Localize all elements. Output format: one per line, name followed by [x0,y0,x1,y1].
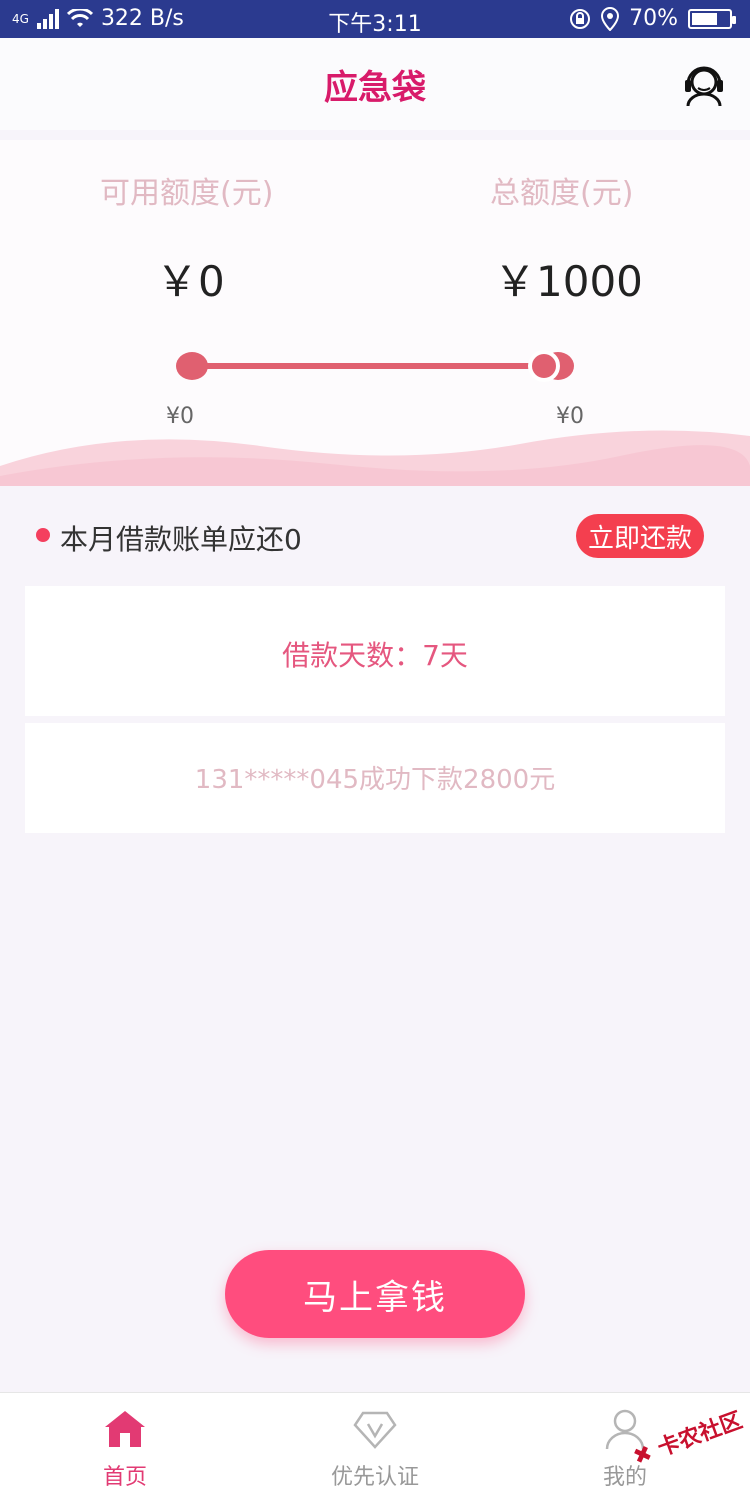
status-right: 70% [569,6,736,31]
home-icon [105,1411,145,1447]
loan-days-text: 借款天数：7天 [282,639,468,672]
page-title: 应急袋 [324,68,426,108]
battery-level [692,12,717,25]
slider-track [190,363,560,369]
slider-thumb[interactable] [528,350,560,382]
customer-service-icon[interactable] [682,60,726,108]
tab-home[interactable]: 首页 [50,1407,200,1491]
battery-percent: 70% [629,6,678,31]
location-icon [601,6,620,31]
loan-notice-card: 131*****045成功下款2800元 [25,723,725,833]
bottom-tab-bar: 首页 优先认证 我的 ✖ 卡农社区 [0,1392,750,1501]
rotation-lock-icon [570,8,591,29]
vip-diamond-icon [353,1411,397,1449]
get-money-button[interactable]: 马上拿钱 [225,1250,525,1338]
available-quota-value: ￥0 [156,257,225,306]
tab-priority-cert[interactable]: 优先认证 [300,1407,450,1491]
loan-days-card[interactable]: 借款天数：7天 [25,586,725,716]
repay-now-button[interactable]: 立即还款 [576,514,704,558]
slider-min-thumb[interactable] [176,352,208,380]
tab-home-label: 首页 [102,1465,147,1490]
bill-indicator-dot [36,528,50,542]
battery-icon [688,8,736,29]
monthly-bill-text: 本月借款账单应还0 [60,523,302,556]
loan-notice-text: 131*****045成功下款2800元 [194,765,556,795]
wave-decoration [0,430,750,486]
tab-mine-label: 我的 [602,1465,647,1490]
monthly-bill-row: 本月借款账单应还0 立即还款 [0,486,750,584]
total-quota-value: ￥1000 [494,257,643,306]
app-header: 应急袋 [0,38,750,130]
quota-panel: 可用额度(元) 总额度(元) ￥0 ￥1000 ¥0 ¥0 [0,140,750,486]
status-bar: 4G 322 B/s 下午3:11 70% [0,0,750,38]
available-quota-label: 可用额度(元) [100,176,274,211]
tab-priority-cert-label: 优先认证 [330,1465,419,1490]
total-quota-label: 总额度(元) [490,176,634,211]
amount-slider[interactable] [170,346,580,386]
